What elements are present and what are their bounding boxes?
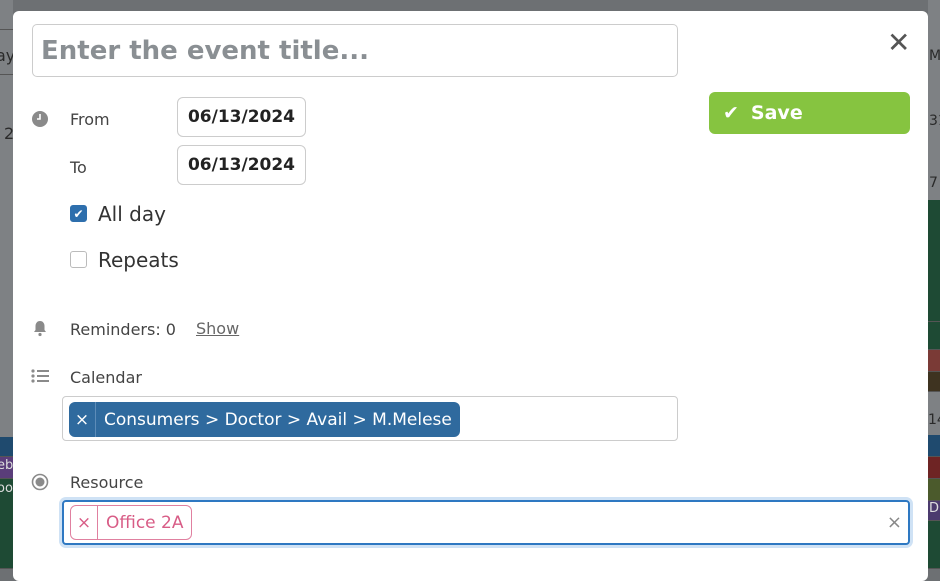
- bell-icon: [34, 321, 46, 337]
- resource-tag-label: Office 2A: [106, 512, 184, 533]
- remove-resource-tag-button[interactable]: ×: [71, 506, 98, 539]
- check-icon: ✔: [723, 102, 739, 124]
- save-button[interactable]: ✔ Save: [709, 92, 910, 134]
- reminders-show-link[interactable]: Show: [196, 319, 239, 338]
- to-date-input[interactable]: 06/13/2024: [177, 145, 306, 185]
- close-button[interactable]: ✕: [887, 29, 910, 57]
- clock-icon: [32, 111, 48, 127]
- background-calendar-left: ay 2 eb oo: [0, 0, 13, 569]
- calendar-tag: × Consumers > Doctor > Avail > M.Melese: [69, 402, 460, 437]
- close-icon[interactable]: ✕: [887, 26, 910, 59]
- calendar-label: Calendar: [70, 368, 142, 387]
- from-label: From: [70, 110, 110, 129]
- bg-fragment: 31: [929, 113, 940, 129]
- to-label: To: [70, 158, 87, 177]
- bg-fragment: M: [929, 48, 940, 64]
- background-calendar-right: M 31 7 14 D: [928, 0, 940, 569]
- bg-fragment: D: [929, 501, 940, 516]
- resource-tag: × Office 2A: [70, 505, 193, 540]
- list-icon: [31, 369, 49, 383]
- from-date-input[interactable]: 06/13/2024: [177, 97, 306, 137]
- repeats-checkbox[interactable]: [70, 251, 87, 268]
- bg-fragment: 2: [4, 124, 13, 143]
- remove-calendar-tag-button[interactable]: ×: [69, 402, 96, 437]
- reminders-label: Reminders: 0: [70, 320, 176, 339]
- repeats-label: Repeats: [98, 248, 179, 272]
- all-day-checkbox[interactable]: ✔: [70, 205, 87, 222]
- calendar-tag-label: Consumers > Doctor > Avail > M.Melese: [104, 409, 452, 430]
- radio-target-icon: [31, 473, 49, 491]
- bg-fragment: oo: [0, 481, 13, 496]
- bg-fragment: 7: [929, 175, 938, 191]
- save-label: Save: [750, 102, 803, 124]
- resource-label: Resource: [70, 473, 144, 492]
- bg-fragment: 14: [928, 412, 940, 428]
- clear-resource-button[interactable]: ×: [887, 512, 902, 533]
- calendar-select[interactable]: × Consumers > Doctor > Avail > M.Melese: [62, 396, 678, 441]
- event-title-input[interactable]: [32, 24, 678, 77]
- event-dialog: ✕ ✔ Save From 06/13/2024 To 06/13/2024 ✔…: [13, 11, 928, 581]
- bg-fragment: eb: [0, 458, 13, 473]
- resource-select[interactable]: × Office 2A ×: [62, 500, 910, 545]
- all-day-label: All day: [98, 202, 166, 226]
